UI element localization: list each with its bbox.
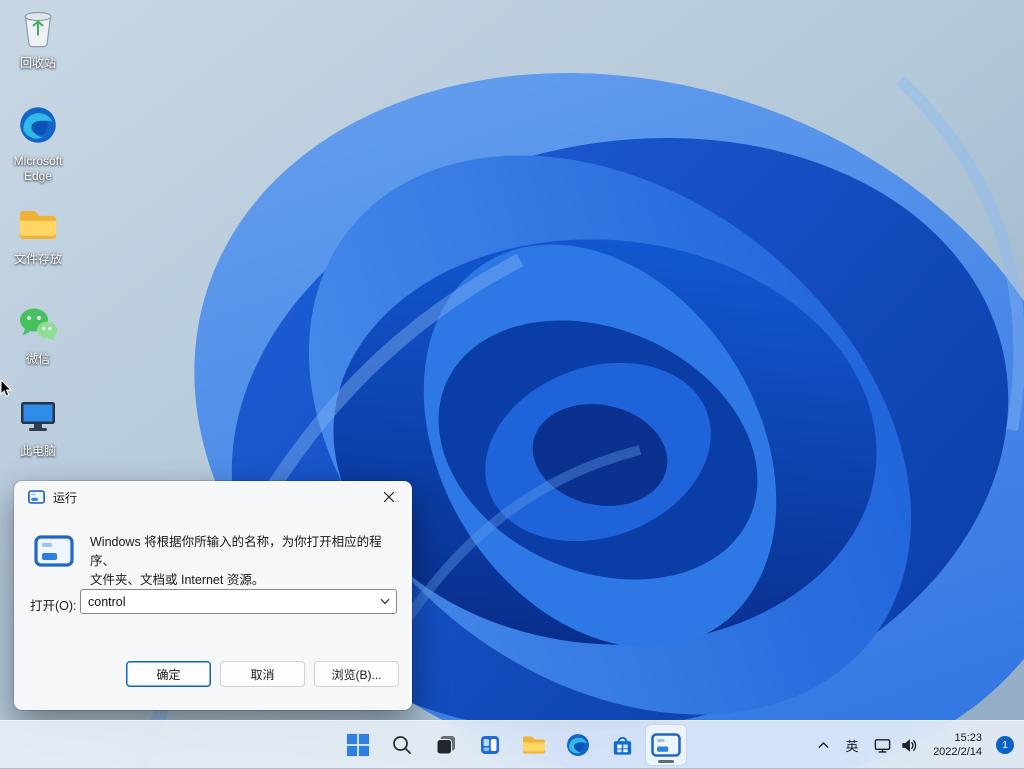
taskbar-center-icons	[338, 725, 686, 765]
file-explorer-icon	[521, 732, 547, 758]
mouse-cursor	[0, 380, 12, 398]
close-icon	[383, 491, 395, 503]
task-view-icon	[434, 733, 458, 757]
run-command-combobox	[80, 589, 397, 614]
desktop-icon-label: 微信	[26, 352, 50, 367]
edge-icon	[17, 104, 59, 151]
microsoft-store-button[interactable]	[602, 725, 642, 765]
chevron-down-icon	[380, 598, 390, 605]
desktop-icon-label: 文件存放	[14, 252, 62, 267]
open-label: 打开(O):	[30, 595, 77, 614]
run-dialog-description: Windows 将根据你所输入的名称，为你打开相应的程序、 文件夹、文档或 In…	[90, 533, 402, 589]
cancel-button[interactable]: 取消	[220, 661, 305, 687]
desktop-icon-label: Microsoft Edge	[1, 154, 75, 184]
wechat-icon	[17, 306, 59, 349]
run-window-icon	[28, 490, 45, 504]
run-window-icon-large	[34, 535, 74, 572]
clock[interactable]: 15:23 2022/2/14	[925, 725, 990, 765]
speaker-icon	[899, 736, 918, 755]
widgets-button[interactable]	[470, 725, 510, 765]
search-button[interactable]	[382, 725, 422, 765]
desktop-icon-label: 回收站	[20, 56, 56, 71]
ime-indicator[interactable]: 英	[839, 725, 865, 765]
tray-date: 2022/2/14	[933, 745, 982, 759]
store-icon	[610, 733, 635, 758]
folder-icon	[16, 206, 60, 249]
run-dialog-titlebar[interactable]: 运行	[14, 481, 412, 513]
desktop-icon-edge[interactable]: Microsoft Edge	[0, 104, 76, 184]
taskbar-tray: 英 15:23 2022/2/14 1	[809, 721, 1020, 769]
file-explorer-button[interactable]	[514, 725, 554, 765]
close-button[interactable]	[366, 481, 412, 513]
run-app-button[interactable]	[646, 725, 686, 765]
edge-button[interactable]	[558, 725, 598, 765]
desktop-icon-recycle-bin[interactable]: 回收站	[0, 8, 76, 71]
recycle-bin-icon	[19, 8, 57, 53]
desktop-icon-wechat[interactable]: 微信	[0, 306, 76, 367]
taskbar: 英 15:23 2022/2/14 1	[0, 720, 1024, 768]
start-button[interactable]	[338, 725, 378, 765]
search-icon	[391, 734, 413, 756]
run-command-input[interactable]	[81, 590, 374, 613]
network-volume-button[interactable]	[867, 725, 923, 765]
combobox-dropdown-button[interactable]	[374, 590, 396, 613]
tray-time: 15:23	[954, 731, 982, 745]
desktop-icon-this-pc[interactable]: 此电脑	[0, 398, 76, 459]
chevron-up-icon	[816, 738, 831, 753]
widgets-icon	[478, 733, 502, 757]
ethernet-icon	[873, 736, 892, 755]
run-dialog: 运行 Windows 将根据你所输入的名称，为你打开相应的程序、 文件夹、文档或…	[14, 481, 412, 710]
this-pc-icon	[17, 398, 59, 441]
desktop-icon-label: 此电脑	[20, 444, 56, 459]
task-view-button[interactable]	[426, 725, 466, 765]
edge-icon	[565, 732, 591, 758]
windows-logo-icon	[346, 733, 370, 757]
browse-button[interactable]: 浏览(B)...	[314, 661, 399, 687]
notification-badge[interactable]: 1	[996, 736, 1014, 754]
active-app-indicator	[658, 760, 674, 763]
tray-overflow-button[interactable]	[809, 725, 837, 765]
run-window-icon	[651, 733, 681, 757]
run-dialog-body: Windows 将根据你所输入的名称，为你打开相应的程序、 文件夹、文档或 In…	[14, 513, 412, 710]
desktop-icon-files-folder[interactable]: 文件存放	[0, 206, 76, 267]
run-dialog-title: 运行	[53, 489, 77, 506]
ok-button[interactable]: 确定	[126, 661, 211, 687]
